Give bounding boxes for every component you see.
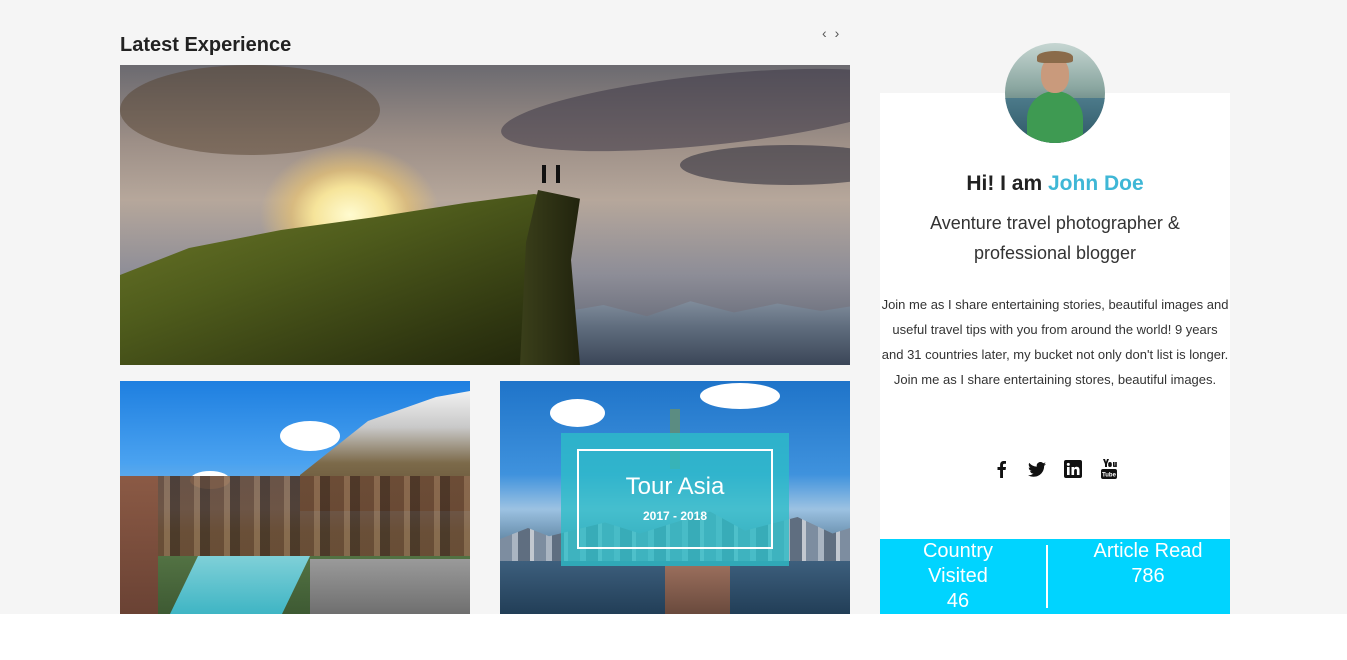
facebook-icon[interactable] — [991, 458, 1011, 480]
stat-article: Article Read 786 — [1046, 539, 1230, 614]
thumb-wall — [310, 559, 470, 614]
stat-article-value: 786 — [1131, 565, 1165, 587]
tour-title: Tour Asia — [625, 473, 725, 500]
carousel-nav: ‹ › — [822, 25, 839, 41]
linkedin-icon[interactable] — [1063, 458, 1083, 480]
svg-text:Tube: Tube — [1102, 473, 1117, 479]
tour-overlay: Tour Asia 2017 - 2018 — [561, 433, 789, 566]
thumb-cloud — [550, 399, 605, 427]
tour-frame: Tour Asia 2017 - 2018 — [577, 449, 773, 549]
stat-divider — [1046, 545, 1048, 608]
profile-bio: Join me as I share entertaining stories,… — [881, 297, 1229, 387]
profile-name: John Doe — [1048, 172, 1144, 195]
stat-article-label: Article Read — [1093, 540, 1203, 562]
hero-cloud — [680, 145, 850, 185]
greeting-prefix: Hi! I am — [966, 172, 1048, 195]
hero-person-silhouette — [556, 165, 560, 183]
profile-tagline: Aventure travel photographer & professio… — [930, 213, 1180, 263]
thumb-cloud — [280, 421, 340, 451]
profile-greeting: Hi! I am John Doe — [880, 172, 1230, 196]
hero-cliff — [120, 194, 576, 365]
tour-asia-card[interactable]: Tour Asia 2017 - 2018 — [500, 381, 850, 614]
tour-years: 2017 - 2018 — [642, 509, 708, 523]
stat-country-label: Country Visited — [922, 540, 994, 587]
hero-cliff-photo[interactable] — [120, 65, 850, 365]
thumb-building — [120, 476, 158, 614]
hero-person-silhouette — [542, 165, 546, 183]
stat-country: Country Visited 46 — [880, 539, 1046, 614]
mountain-town-photo[interactable] — [120, 381, 470, 614]
avatar-body — [1027, 91, 1083, 143]
social-links: Tube — [880, 458, 1230, 480]
carousel-prev-button[interactable]: ‹ — [822, 25, 827, 41]
statue-pedestal — [665, 566, 730, 614]
hero-mountains — [560, 301, 850, 365]
thumb-town — [150, 476, 470, 556]
avatar-hat — [1037, 51, 1073, 63]
profile-avatar — [1005, 43, 1105, 143]
hero-cloud — [120, 65, 380, 155]
thumb-river — [170, 556, 310, 614]
carousel-next-button[interactable]: › — [835, 25, 840, 41]
youtube-icon[interactable]: Tube — [1099, 458, 1119, 480]
stat-country-value: 46 — [946, 590, 970, 612]
section-title: Latest Experience — [120, 34, 292, 56]
stats-bar: Country Visited 46 Article Read 786 — [880, 539, 1230, 614]
thumb-cloud — [700, 383, 780, 409]
twitter-icon[interactable] — [1027, 458, 1047, 480]
